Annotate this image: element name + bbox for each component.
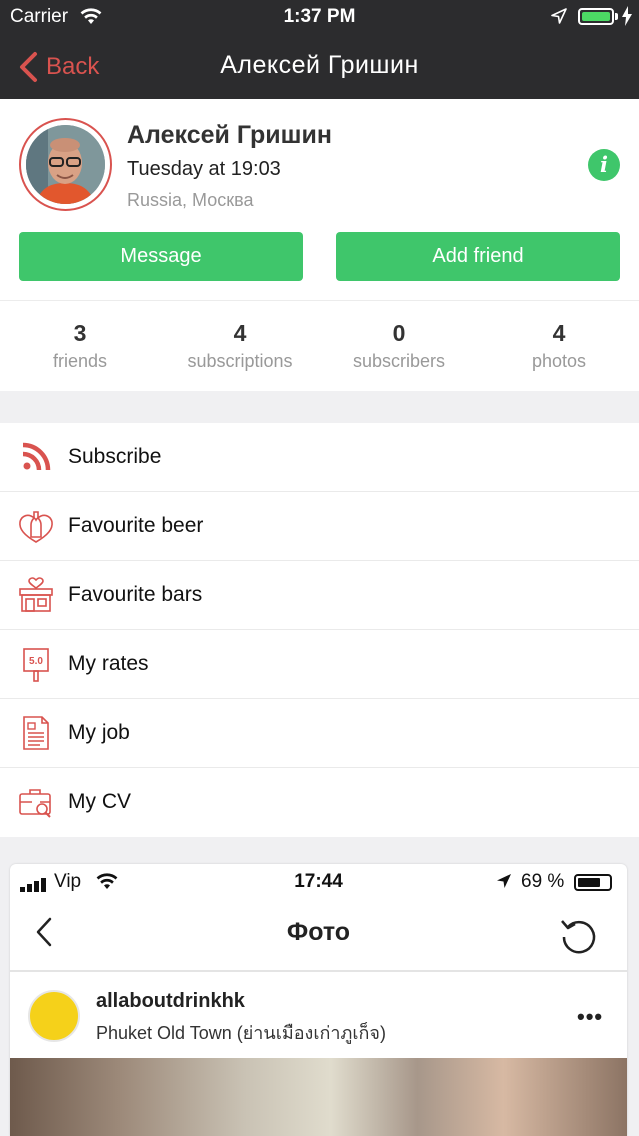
menu-item-label: My rates <box>68 652 149 675</box>
menu-item-label: My CV <box>68 790 131 813</box>
photo-preview-card[interactable]: Vip 17:44 69 % Фото allaboutdrinkhk Phuk… <box>10 864 627 1136</box>
menu-item-label: Favourite bars <box>68 583 203 606</box>
profile-location: Russia, Москва <box>127 190 254 210</box>
stat-subscriptions[interactable]: 4 subscriptions <box>160 320 320 372</box>
preview-battery-percent: 69 % <box>521 871 565 892</box>
menu-item-my-job[interactable]: My job <box>0 699 639 768</box>
stat-photos[interactable]: 4 photos <box>479 320 639 372</box>
profile-name: Алексей Гришин <box>127 121 332 149</box>
post-photo <box>10 1058 627 1136</box>
page-title: Алексей Гришин <box>220 51 419 79</box>
post-location: Phuket Old Town (ย่านเมืองเก่าภูเก็จ) <box>96 1023 386 1043</box>
stat-label: subscriptions <box>187 351 293 371</box>
message-button[interactable]: Message <box>19 232 303 281</box>
menu-item-favourite-beer[interactable]: Favourite beer <box>0 492 639 561</box>
menu-item-label: My job <box>68 721 130 744</box>
profile-menu: Subscribe Favourite beer Favourite bars … <box>0 423 639 837</box>
preview-title: Фото <box>286 918 351 946</box>
stat-label: friends <box>52 351 108 371</box>
menu-item-label: Subscribe <box>68 445 162 468</box>
refresh-icon <box>558 915 600 962</box>
menu-item-subscribe[interactable]: Subscribe <box>0 423 639 492</box>
status-time: 1:37 PM <box>283 6 356 27</box>
post-username: allaboutdrinkhk <box>96 990 245 1012</box>
navigation-bar: Back Алексей Гришин <box>0 34 639 99</box>
rss-icon <box>18 439 54 475</box>
menu-item-my-rates[interactable]: 5.0 My rates <box>0 630 639 699</box>
profile-header: Алексей Гришин Tuesday at 19:03 Russia, … <box>0 99 639 300</box>
rate-badge: 5.0 <box>29 656 43 667</box>
menu-item-label: Favourite beer <box>68 514 204 537</box>
document-icon <box>18 715 54 751</box>
menu-item-my-cv[interactable]: My CV <box>0 768 639 837</box>
stat-value: 0 <box>392 320 406 346</box>
stat-value: 3 <box>73 320 87 346</box>
preview-status-bar: Vip 17:44 69 % <box>10 864 627 898</box>
stat-subscribers[interactable]: 0 subscribers <box>319 320 479 372</box>
stat-value: 4 <box>552 320 566 346</box>
beer-heart-icon <box>18 508 54 544</box>
bar-shop-icon <box>18 577 54 613</box>
stat-label: subscribers <box>352 351 446 371</box>
more-icon: ••• <box>577 1004 604 1029</box>
menu-item-favourite-bars[interactable]: Favourite bars <box>0 561 639 630</box>
preview-nav-bar: Фото <box>10 898 627 972</box>
post-header: allaboutdrinkhk Phuket Old Town (ย่านเมื… <box>10 972 627 1058</box>
location-arrow-icon <box>551 8 567 30</box>
charging-bolt-icon <box>621 6 633 32</box>
stat-friends[interactable]: 3 friends <box>0 320 160 372</box>
battery-icon <box>574 874 612 891</box>
add-friend-button[interactable]: Add friend <box>336 232 620 281</box>
briefcase-search-icon <box>18 784 54 820</box>
info-icon[interactable]: i <box>588 149 620 181</box>
stats-row: 3 friends 4 subscriptions 0 subscribers … <box>0 300 639 391</box>
rating-sign-icon: 5.0 <box>18 646 54 682</box>
post-avatar <box>28 990 80 1042</box>
stat-label: photos <box>531 351 587 371</box>
battery-tip <box>615 13 618 20</box>
location-arrow-icon <box>496 873 512 895</box>
status-bar: Carrier 1:37 PM <box>0 0 639 34</box>
last-seen: Tuesday at 19:03 <box>127 158 281 180</box>
stat-value: 4 <box>233 320 247 346</box>
avatar[interactable] <box>19 118 112 211</box>
battery-icon <box>578 8 614 25</box>
